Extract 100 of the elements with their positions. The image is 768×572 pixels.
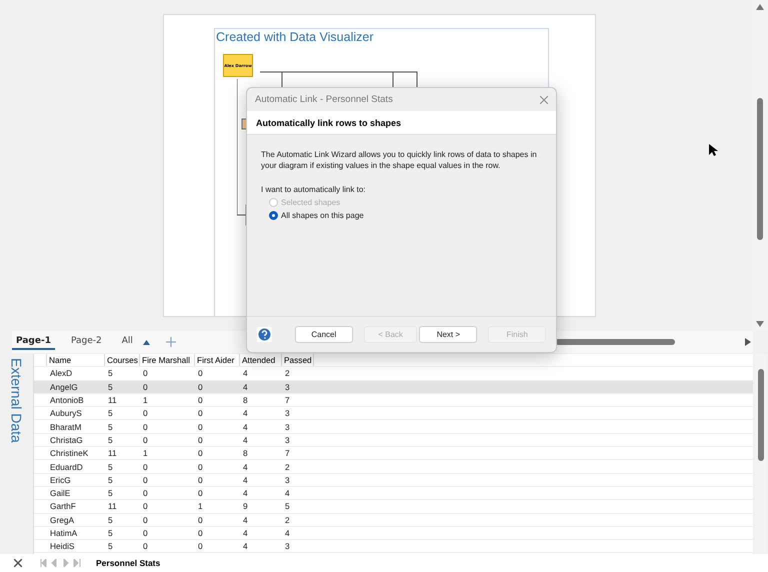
table-cell-text: 4 [242, 540, 249, 552]
table-cell-text: 4 [242, 367, 249, 380]
page-tab[interactable]: All [118, 334, 137, 350]
table-cell-text: GailE [49, 487, 72, 500]
table-cell-text: 4 [242, 380, 249, 393]
table-cell-text: 11 [107, 500, 118, 513]
table-cell-text: 0 [197, 540, 204, 552]
table-cell-text: 0 [142, 367, 149, 380]
scroll-up-icon[interactable] [756, 4, 764, 10]
table-cell-text: EricG [49, 474, 72, 486]
table-cell-text: 3 [284, 380, 291, 393]
radio-option[interactable]: All shapes on this page [269, 211, 542, 220]
caret-up-icon[interactable] [142, 340, 150, 344]
table-cell-text: 3 [284, 407, 291, 420]
add-icon[interactable] [166, 337, 176, 347]
table-cell-text: 5 [107, 380, 114, 393]
table-cell-text: 1 [142, 394, 149, 406]
table-cell-text: AngelG [49, 380, 79, 393]
table-cell-text: 9 [242, 500, 249, 513]
table-cell-text: 5 [284, 500, 291, 513]
table-cell-text: 0 [197, 527, 204, 540]
table-cell-text: GarthF [49, 500, 77, 513]
table-cell-text: 5 [107, 514, 114, 526]
column-header[interactable]: Attended [240, 354, 282, 366]
table-cell-text: 0 [197, 447, 204, 460]
table-cell-text: 4 [242, 527, 249, 540]
table-row[interactable]: HeidiS 5 0 0 4 3 [34, 540, 753, 554]
table-cell-text: 0 [142, 540, 149, 552]
table-cell-text: 5 [107, 420, 114, 433]
dialog-button[interactable]: Cancel [294, 326, 353, 343]
page-tab[interactable]: Page-2 [66, 334, 106, 350]
column-header[interactable]: Fire Marshall [140, 354, 195, 366]
table-cell-text: 0 [142, 380, 149, 393]
table-row[interactable]: AlexD 5 0 0 4 2 [34, 367, 753, 381]
dialog-button[interactable]: Next > [419, 326, 478, 343]
table-cell-text: 5 [107, 487, 114, 500]
table-cell-text: 4 [242, 514, 249, 526]
close-icon[interactable] [540, 96, 548, 104]
table-cell-text: GregA [49, 514, 75, 526]
table-cell-text: 0 [197, 460, 204, 473]
table-cell-text: 4 [242, 474, 249, 486]
table-cell-text: 4 [242, 420, 249, 433]
table-cell-text: 4 [242, 407, 249, 420]
table-row[interactable]: AuburyS 5 0 0 4 3 [34, 407, 753, 420]
table-cell-text: AlexD [49, 367, 74, 380]
table-cell-text: 8 [242, 394, 249, 406]
help-icon[interactable] [257, 327, 272, 342]
table-cell-text: 0 [142, 420, 149, 433]
column-header[interactable]: Courses [105, 354, 140, 366]
page-tab[interactable]: Page-1 [12, 334, 55, 350]
table-row[interactable]: EricG 5 0 0 4 3 [34, 474, 753, 487]
table-cell-text: ChristaG [49, 434, 84, 446]
external-data-label: External Data [8, 358, 24, 445]
table-cell-text: 2 [284, 460, 291, 473]
description-text: The Automatic Link Wizard allows you to quickly link rows of data to shapes in your diagram if existing values in the shape equal values in the row. [261, 149, 538, 171]
table-cell-text: 3 [284, 434, 291, 446]
prompt-label: I want to automatically link to: [261, 185, 366, 194]
table-cell-text: 5 [107, 527, 114, 540]
column-header[interactable]: Passed [282, 354, 314, 366]
column-header[interactable]: Name [47, 354, 105, 366]
close-icon[interactable] [14, 559, 22, 567]
table-cell-text: 5 [107, 407, 114, 420]
scroll-right-icon[interactable] [745, 338, 751, 346]
table-cell-text: 4 [284, 487, 291, 500]
scroll-down-icon[interactable] [756, 321, 764, 327]
dialog-heading: Automatically link rows to shapes [247, 111, 556, 135]
table-cell-text: 1 [142, 447, 149, 460]
table-cell-text: 0 [142, 460, 149, 473]
table-cell-text: HeidiS [49, 540, 76, 552]
mouse-cursor-icon [709, 144, 718, 157]
table-cell-text: 4 [242, 460, 249, 473]
horizontal-scrollbar[interactable] [555, 336, 753, 348]
table-row[interactable]: AngelG 5 0 0 4 3 [34, 380, 753, 394]
table-cell-text: 2 [284, 514, 291, 526]
table-cell-text: 5 [107, 460, 114, 473]
table-cell-text: 11 [107, 394, 118, 406]
table-row[interactable]: ChristineK 11 1 0 8 7 [34, 447, 753, 460]
table-cell-text: 4 [284, 527, 291, 540]
table-cell-text: 0 [197, 434, 204, 446]
sheet-tab[interactable]: Personnel Stats [96, 558, 160, 568]
table-cell-text: 7 [284, 447, 291, 460]
table-cell-text: 0 [197, 420, 204, 433]
table-cell-text: ChristineK [49, 447, 90, 460]
table-cell-text: AuburyS [49, 407, 83, 420]
dialog-title: Automatic Link - Personnel Stats [255, 94, 393, 105]
table-cell-text: 0 [142, 487, 149, 500]
column-header[interactable]: First Aider [195, 354, 240, 366]
table-row[interactable]: GarthF 11 0 1 9 5 [34, 500, 753, 514]
table-cell-text: 7 [284, 394, 291, 406]
table-cell-text: 3 [284, 540, 291, 552]
table-cell-text: 5 [107, 540, 114, 552]
table-cell-text: HatimA [49, 527, 78, 540]
table-cell-text: 0 [197, 514, 204, 526]
table-row[interactable]: GregA 5 0 0 4 2 [34, 514, 753, 527]
table-cell-text: 3 [284, 420, 291, 433]
table-cell-text: AntonioB [49, 394, 85, 406]
table-cell-text: 11 [107, 447, 118, 460]
diagram-title: Created with Data Visualizer [216, 30, 374, 44]
table-cell-text: 0 [197, 380, 204, 393]
table-cell-text: 0 [197, 367, 204, 380]
